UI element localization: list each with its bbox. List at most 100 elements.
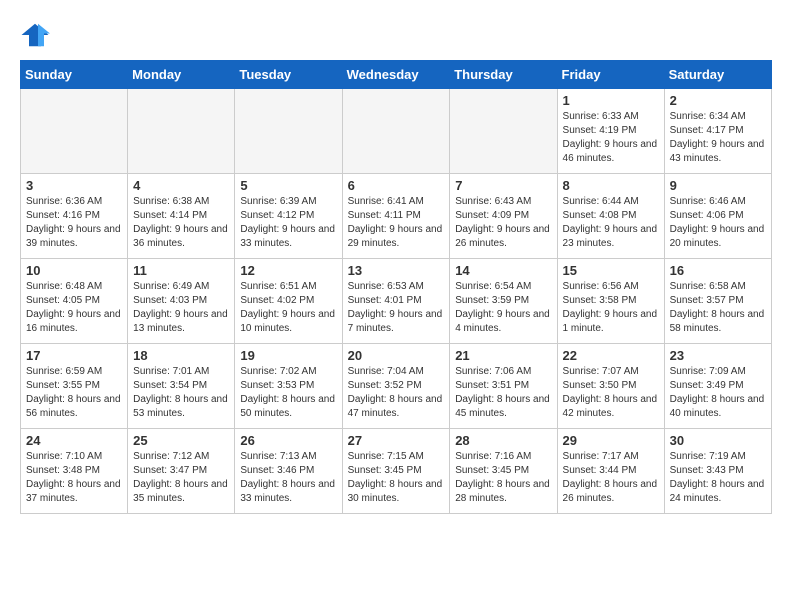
week-row-2: 3 Sunrise: 6:36 AM Sunset: 4:16 PM Daylig… (21, 174, 772, 259)
day-number: 26 (240, 433, 336, 448)
day-info: Sunrise: 6:41 AM Sunset: 4:11 PM Dayligh… (348, 195, 445, 251)
column-header-tuesday: Tuesday (235, 61, 342, 89)
day-number: 18 (133, 348, 229, 363)
day-number: 21 (455, 348, 551, 363)
day-number: 3 (26, 178, 122, 193)
calendar-cell: 11 Sunrise: 6:49 AM Sunset: 4:03 PM Dayli… (128, 259, 235, 344)
column-header-sunday: Sunday (21, 61, 128, 89)
day-info: Sunrise: 6:38 AM Sunset: 4:14 PM Dayligh… (133, 195, 229, 251)
day-number: 30 (670, 433, 766, 448)
day-number: 11 (133, 263, 229, 278)
header (20, 20, 772, 50)
week-row-4: 17 Sunrise: 6:59 AM Sunset: 3:55 PM Dayli… (21, 344, 772, 429)
day-number: 22 (563, 348, 659, 363)
column-header-wednesday: Wednesday (342, 61, 450, 89)
day-number: 10 (26, 263, 122, 278)
day-number: 24 (26, 433, 122, 448)
day-info: Sunrise: 7:16 AM Sunset: 3:45 PM Dayligh… (455, 450, 551, 506)
calendar-cell: 15 Sunrise: 6:56 AM Sunset: 3:58 PM Dayli… (557, 259, 664, 344)
day-info: Sunrise: 6:36 AM Sunset: 4:16 PM Dayligh… (26, 195, 122, 251)
calendar-cell: 28 Sunrise: 7:16 AM Sunset: 3:45 PM Dayli… (450, 429, 557, 514)
calendar-cell: 21Sunrise: 7:06 AM Sunset: 3:51 PM Dayli… (450, 344, 557, 429)
day-info: Sunrise: 7:02 AM Sunset: 3:53 PM Dayligh… (240, 365, 336, 421)
calendar-cell: 7 Sunrise: 6:43 AM Sunset: 4:09 PM Daylig… (450, 174, 557, 259)
day-info: Sunrise: 7:13 AM Sunset: 3:46 PM Dayligh… (240, 450, 336, 506)
column-header-saturday: Saturday (664, 61, 771, 89)
calendar-cell: 20Sunrise: 7:04 AM Sunset: 3:52 PM Dayli… (342, 344, 450, 429)
day-info: Sunrise: 6:54 AM Sunset: 3:59 PM Dayligh… (455, 280, 551, 336)
day-number: 19 (240, 348, 336, 363)
day-number: 28 (455, 433, 551, 448)
calendar-cell: 30 Sunrise: 7:19 AM Sunset: 3:43 PM Dayli… (664, 429, 771, 514)
calendar-cell: 17 Sunrise: 6:59 AM Sunset: 3:55 PM Dayli… (21, 344, 128, 429)
calendar-cell: 3 Sunrise: 6:36 AM Sunset: 4:16 PM Daylig… (21, 174, 128, 259)
day-number: 17 (26, 348, 122, 363)
calendar-cell: 29 Sunrise: 7:17 AM Sunset: 3:44 PM Dayli… (557, 429, 664, 514)
day-number: 14 (455, 263, 551, 278)
calendar-cell: 26 Sunrise: 7:13 AM Sunset: 3:46 PM Dayli… (235, 429, 342, 514)
calendar-cell: 18Sunrise: 7:01 AM Sunset: 3:54 PM Dayli… (128, 344, 235, 429)
calendar-cell: 9 Sunrise: 6:46 AM Sunset: 4:06 PM Daylig… (664, 174, 771, 259)
calendar-header-row: SundayMondayTuesdayWednesdayThursdayFrid… (21, 61, 772, 89)
calendar-cell: 19 Sunrise: 7:02 AM Sunset: 3:53 PM Dayli… (235, 344, 342, 429)
day-info: Sunrise: 7:15 AM Sunset: 3:45 PM Dayligh… (348, 450, 445, 506)
calendar-cell (21, 89, 128, 174)
day-info: Sunrise: 6:48 AM Sunset: 4:05 PM Dayligh… (26, 280, 122, 336)
calendar-cell: 5 Sunrise: 6:39 AM Sunset: 4:12 PM Daylig… (235, 174, 342, 259)
day-number: 27 (348, 433, 445, 448)
day-info: Sunrise: 6:34 AM Sunset: 4:17 PM Dayligh… (670, 110, 766, 166)
calendar-cell (235, 89, 342, 174)
calendar-cell: 16 Sunrise: 6:58 AM Sunset: 3:57 PM Dayli… (664, 259, 771, 344)
day-number: 25 (133, 433, 229, 448)
day-number: 7 (455, 178, 551, 193)
day-info: Sunrise: 6:58 AM Sunset: 3:57 PM Dayligh… (670, 280, 766, 336)
day-info: Sunrise: 6:49 AM Sunset: 4:03 PM Dayligh… (133, 280, 229, 336)
calendar-cell: 24 Sunrise: 7:10 AM Sunset: 3:48 PM Dayli… (21, 429, 128, 514)
column-header-thursday: Thursday (450, 61, 557, 89)
day-info: Sunrise: 6:39 AM Sunset: 4:12 PM Dayligh… (240, 195, 336, 251)
calendar-cell: 10 Sunrise: 6:48 AM Sunset: 4:05 PM Dayli… (21, 259, 128, 344)
day-info: Sunrise: 6:43 AM Sunset: 4:09 PM Dayligh… (455, 195, 551, 251)
calendar-cell: 25Sunrise: 7:12 AM Sunset: 3:47 PM Dayli… (128, 429, 235, 514)
calendar-cell: 13Sunrise: 6:53 AM Sunset: 4:01 PM Dayli… (342, 259, 450, 344)
calendar-cell (342, 89, 450, 174)
day-number: 2 (670, 93, 766, 108)
day-info: Sunrise: 7:10 AM Sunset: 3:48 PM Dayligh… (26, 450, 122, 506)
day-info: Sunrise: 6:59 AM Sunset: 3:55 PM Dayligh… (26, 365, 122, 421)
calendar-cell: 22 Sunrise: 7:07 AM Sunset: 3:50 PM Dayli… (557, 344, 664, 429)
day-info: Sunrise: 7:09 AM Sunset: 3:49 PM Dayligh… (670, 365, 766, 421)
day-info: Sunrise: 6:33 AM Sunset: 4:19 PM Dayligh… (563, 110, 659, 166)
column-header-monday: Monday (128, 61, 235, 89)
calendar-cell: 12 Sunrise: 6:51 AM Sunset: 4:02 PM Dayli… (235, 259, 342, 344)
calendar-cell: 23 Sunrise: 7:09 AM Sunset: 3:49 PM Dayli… (664, 344, 771, 429)
logo (20, 20, 56, 50)
day-number: 16 (670, 263, 766, 278)
day-number: 8 (563, 178, 659, 193)
day-number: 15 (563, 263, 659, 278)
week-row-3: 10 Sunrise: 6:48 AM Sunset: 4:05 PM Dayli… (21, 259, 772, 344)
day-number: 12 (240, 263, 336, 278)
logo-icon (20, 20, 50, 50)
day-info: Sunrise: 6:46 AM Sunset: 4:06 PM Dayligh… (670, 195, 766, 251)
day-info: Sunrise: 6:44 AM Sunset: 4:08 PM Dayligh… (563, 195, 659, 251)
calendar-cell: 14 Sunrise: 6:54 AM Sunset: 3:59 PM Dayli… (450, 259, 557, 344)
column-header-friday: Friday (557, 61, 664, 89)
day-info: Sunrise: 7:07 AM Sunset: 3:50 PM Dayligh… (563, 365, 659, 421)
day-number: 20 (348, 348, 445, 363)
day-number: 1 (563, 93, 659, 108)
day-info: Sunrise: 6:56 AM Sunset: 3:58 PM Dayligh… (563, 280, 659, 336)
day-number: 5 (240, 178, 336, 193)
calendar-cell: 8 Sunrise: 6:44 AM Sunset: 4:08 PM Daylig… (557, 174, 664, 259)
day-info: Sunrise: 6:51 AM Sunset: 4:02 PM Dayligh… (240, 280, 336, 336)
day-number: 4 (133, 178, 229, 193)
day-number: 29 (563, 433, 659, 448)
day-info: Sunrise: 7:19 AM Sunset: 3:43 PM Dayligh… (670, 450, 766, 506)
day-info: Sunrise: 7:17 AM Sunset: 3:44 PM Dayligh… (563, 450, 659, 506)
calendar-cell (128, 89, 235, 174)
week-row-5: 24 Sunrise: 7:10 AM Sunset: 3:48 PM Dayli… (21, 429, 772, 514)
week-row-1: 1 Sunrise: 6:33 AM Sunset: 4:19 PM Daylig… (21, 89, 772, 174)
calendar-cell: 1 Sunrise: 6:33 AM Sunset: 4:19 PM Daylig… (557, 89, 664, 174)
calendar-cell: 27 Sunrise: 7:15 AM Sunset: 3:45 PM Dayli… (342, 429, 450, 514)
day-number: 9 (670, 178, 766, 193)
day-number: 23 (670, 348, 766, 363)
